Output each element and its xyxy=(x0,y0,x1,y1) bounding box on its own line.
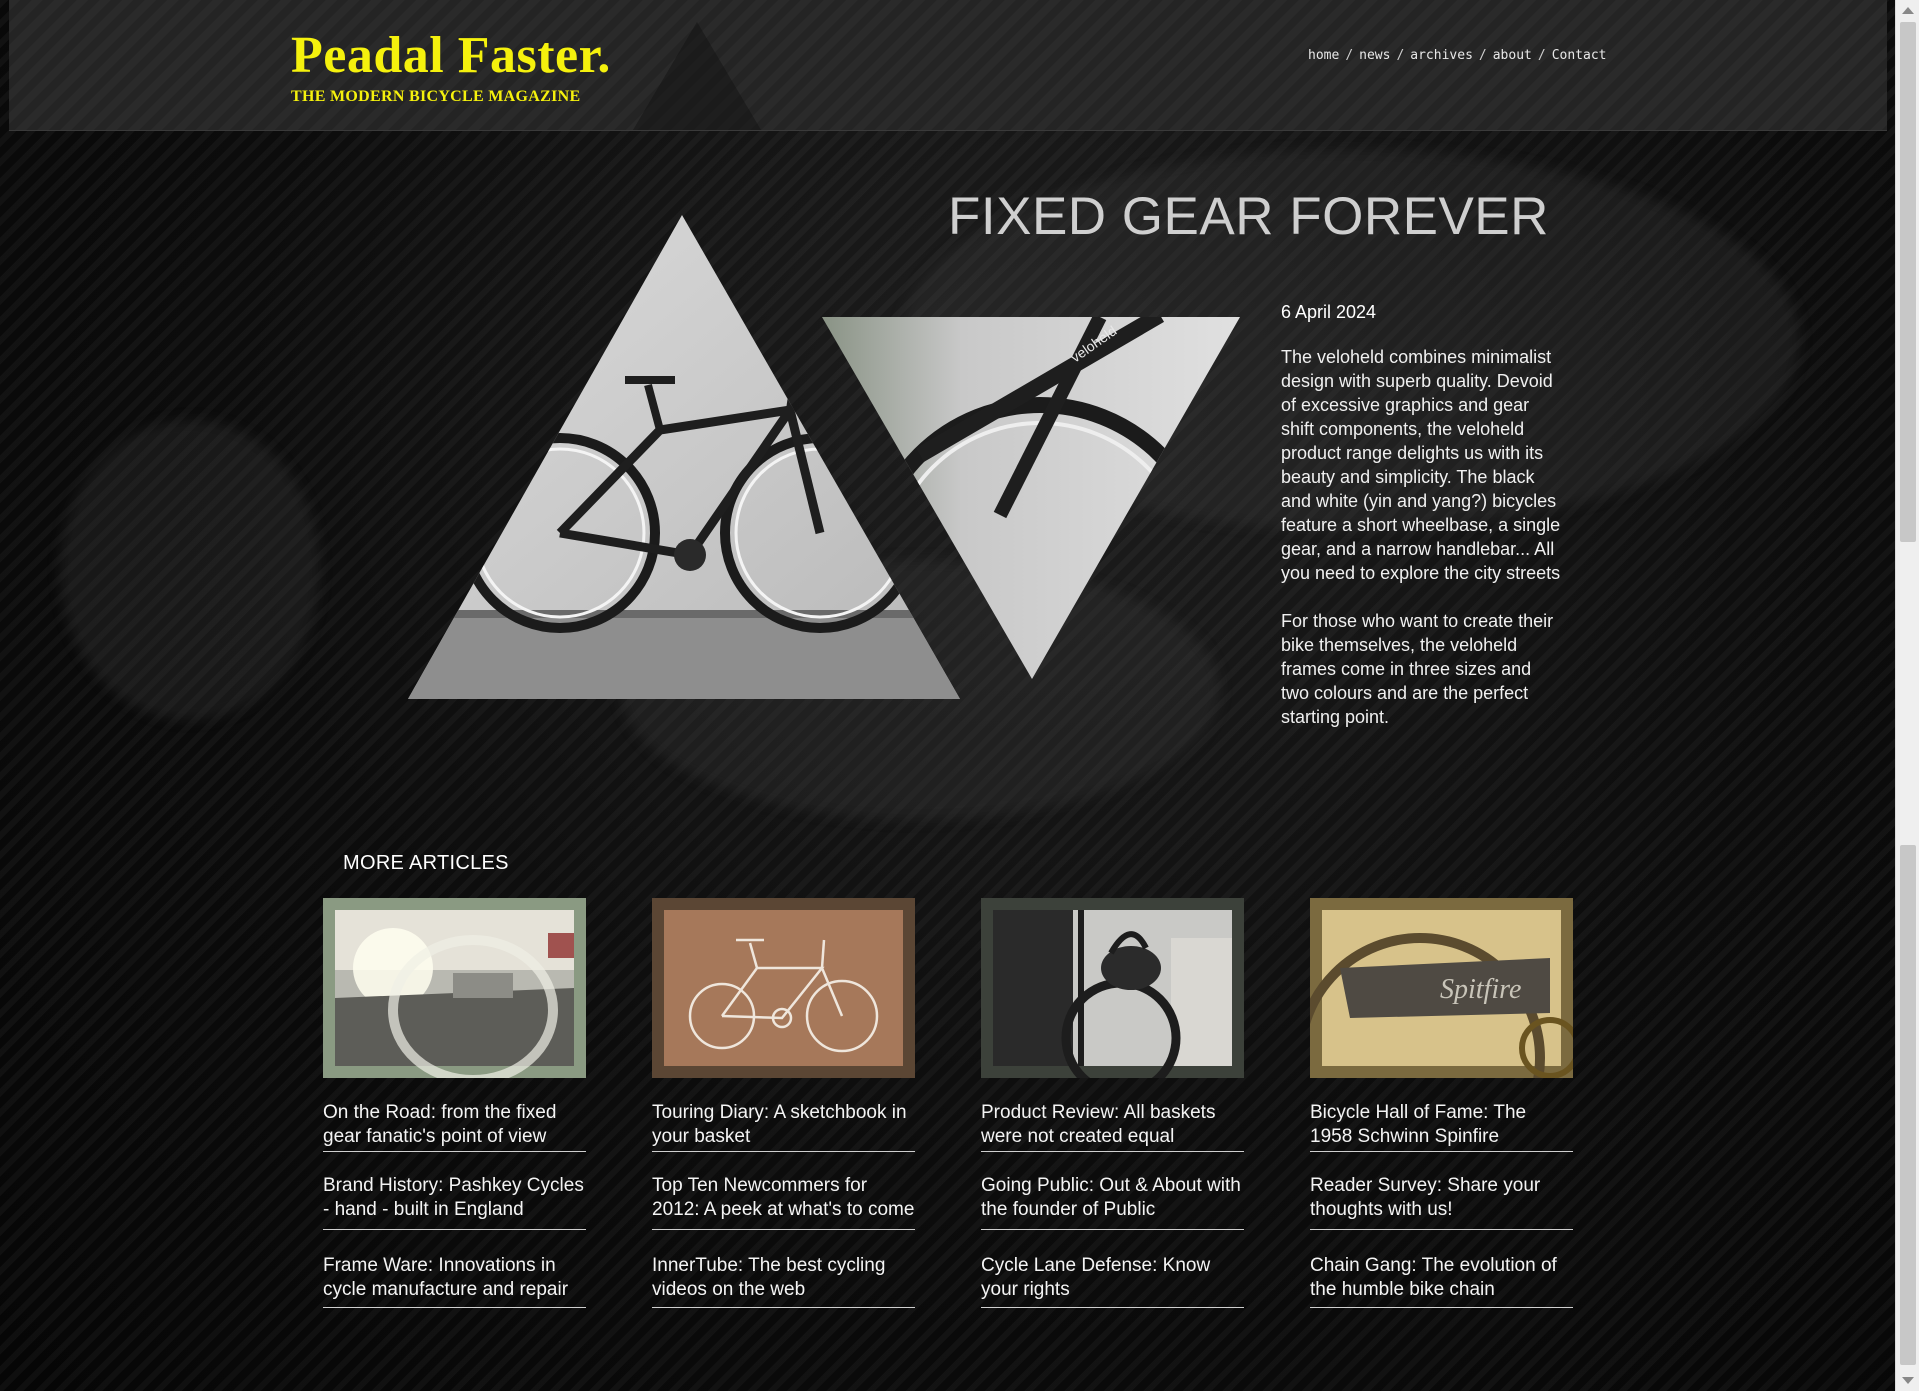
article-paragraph: For those who want to create their bike … xyxy=(1281,611,1554,727)
scrollbar-thumb[interactable] xyxy=(1900,22,1916,542)
article-link[interactable]: Brand History: Pashkey Cycles - hand - b… xyxy=(323,1152,586,1230)
vertical-scrollbar[interactable] xyxy=(1895,0,1919,1391)
nav-separator: / xyxy=(1478,48,1487,63)
more-articles-heading: MORE ARTICLES xyxy=(343,852,509,874)
article-column: Product Review: All baskets were not cre… xyxy=(981,898,1244,1308)
article-column: On the Road: from the fixed gear fanatic… xyxy=(323,898,586,1308)
main-nav: home / news / archives / about / Contact xyxy=(1308,48,1607,63)
bicycle-sketch-thumbnail[interactable] xyxy=(652,898,915,1078)
thumbnail-logo-text: Spitfire xyxy=(1440,974,1521,1005)
nav-separator: / xyxy=(1396,48,1405,63)
article-title: FIXED GEAR FOREVER xyxy=(948,187,1549,246)
schwinn-photo-icon: Spitfire xyxy=(1310,898,1573,1078)
article-column: Spitfire Bicycle Hall of Fame: The 1958 … xyxy=(1310,898,1573,1308)
basket-photo-thumbnail[interactable] xyxy=(981,898,1244,1078)
article-paragraph: The veloheld combines minimalist design … xyxy=(1281,347,1561,583)
article-link[interactable]: Going Public: Out & About with the found… xyxy=(981,1152,1244,1230)
article-link[interactable]: On the Road: from the fixed gear fanatic… xyxy=(323,1101,586,1151)
scroll-down-arrow-icon[interactable] xyxy=(1902,1377,1914,1384)
schwinn-photo-thumbnail[interactable]: Spitfire xyxy=(1310,898,1573,1078)
road-photo-icon xyxy=(323,898,586,1078)
hero-image: veloheld xyxy=(408,215,1240,699)
article-link[interactable]: InnerTube: The best cycling videos on th… xyxy=(652,1230,915,1308)
nav-separator: / xyxy=(1537,48,1546,63)
article-date: 6 April 2024 xyxy=(1281,302,1377,322)
nav-about[interactable]: about xyxy=(1493,48,1532,63)
nav-home[interactable]: home xyxy=(1308,48,1339,63)
article-link[interactable]: Chain Gang: The evolution of the humble … xyxy=(1310,1230,1573,1308)
bicycle-sketch-icon xyxy=(652,898,915,1078)
article-link[interactable]: Top Ten Newcommers for 2012: A peek at w… xyxy=(652,1152,915,1230)
scrollbar-thumb[interactable] xyxy=(1900,845,1916,1365)
article-column: Touring Diary: A sketchbook in your bask… xyxy=(652,898,915,1308)
header-triangle-decoration xyxy=(633,22,761,130)
article-link[interactable]: Cycle Lane Defense: Know your rights xyxy=(981,1230,1244,1308)
article-link[interactable]: Product Review: All baskets were not cre… xyxy=(981,1101,1244,1151)
scroll-up-arrow-icon[interactable] xyxy=(1902,7,1914,14)
nav-separator: / xyxy=(1345,48,1354,63)
article-link[interactable]: Frame Ware: Innovations in cycle manufac… xyxy=(323,1230,586,1308)
nav-contact[interactable]: Contact xyxy=(1552,48,1607,63)
site-tagline: THE MODERN BICYCLE MAGAZINE xyxy=(291,88,581,105)
nav-news[interactable]: news xyxy=(1359,48,1390,63)
article-link[interactable]: Bicycle Hall of Fame: The 1958 Schwinn S… xyxy=(1310,1101,1573,1151)
world-map-background xyxy=(60,420,320,720)
article-link[interactable]: Reader Survey: Share your thoughts with … xyxy=(1310,1152,1573,1230)
article-link[interactable]: Touring Diary: A sketchbook in your bask… xyxy=(652,1101,915,1151)
article-body: The veloheld combines minimalist design … xyxy=(1281,345,1561,753)
nav-archives[interactable]: archives xyxy=(1410,48,1473,63)
road-photo-thumbnail[interactable] xyxy=(323,898,586,1078)
site-logo[interactable]: Peadal Faster. xyxy=(291,26,611,86)
basket-photo-icon xyxy=(981,898,1244,1078)
